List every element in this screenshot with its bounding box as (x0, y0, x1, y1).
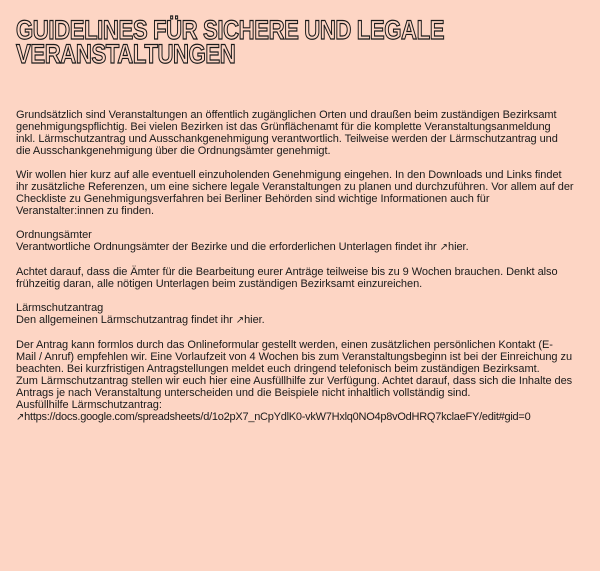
ordnungsaemter-heading: Ordnungsämter (16, 229, 92, 241)
antrag-line-2: Mail / Anruf) empfehlen wir. Eine Vorlau… (16, 351, 573, 363)
arrow-up-right-icon: ↗ (235, 315, 245, 326)
downloads-line-2: ihr zusätzliche Referenzen, um eine sich… (16, 181, 574, 193)
notice-line-1: Achtet darauf, dass die Ämter für die Be… (16, 266, 558, 278)
intro-line-2: genehmigungspflichtig. Bei vielen Bezirk… (16, 121, 551, 133)
ordnungsaemter-link[interactable]: ↗hier (440, 241, 466, 253)
downloads-line-4: Veranstalter:innen zu finden. (16, 205, 154, 217)
ausfuellhilfe-link[interactable]: ↗https://docs.google.com/spreadsheets/d/… (16, 411, 531, 423)
ausfuellhilfe-url: https://docs.google.com/spreadsheets/d/1… (24, 411, 531, 423)
notice-paragraph: Achtet darauf, dass die Ämter für die Be… (16, 266, 584, 290)
ordnungsaemter-end: . (465, 241, 469, 253)
antrag-paragraph: Der Antrag kann formlos durch das Online… (16, 339, 584, 424)
page-title: Guidelines für sichere und legale Verans… (16, 16, 600, 69)
content: Grundsätzlich sind Veranstaltungen an öf… (16, 109, 584, 424)
downloads-paragraph: Wir wollen hier kurz auf alle eventuell … (16, 169, 584, 217)
intro-line-1: Grundsätzlich sind Veranstaltungen an öf… (16, 109, 557, 121)
downloads-line-3: Checkliste zu Genehmigungsverfahren bei … (16, 193, 490, 205)
intro-paragraph: Grundsätzlich sind Veranstaltungen an öf… (16, 109, 584, 157)
antrag-line-3: beachten. Bei kurzfristigen Antragstellu… (16, 363, 540, 375)
intro-line-4: die Ausschankgenehmigung über die Ordnun… (16, 145, 331, 157)
arrow-up-right-icon: ↗ (16, 412, 25, 423)
arrow-up-right-icon: ↗ (439, 242, 449, 253)
laermschutz-heading: Lärmschutzantrag (16, 302, 104, 314)
page: Guidelines für sichere und legale Verans… (0, 0, 600, 571)
intro-line-3: inkl. Lärmschutzantrag und Ausschankgene… (16, 133, 558, 145)
laermschutz-end: . (261, 314, 265, 326)
ordnungsaemter-section: Ordnungsämter Verantwortliche Ordnungsäm… (16, 229, 584, 254)
ordnungsaemter-text: Verantwortliche Ordnungsämter der Bezirk… (16, 241, 440, 253)
antrag-line-1: Der Antrag kann formlos durch das Online… (16, 339, 553, 351)
antrag-line-6: Ausfüllhilfe Lärmschutzantrag: (16, 399, 162, 411)
page-title-line-2: Veranstaltungen (16, 39, 237, 69)
ordnungsaemter-link-label: hier (448, 241, 466, 253)
downloads-line-1: Wir wollen hier kurz auf alle eventuell … (16, 169, 562, 181)
laermschutz-link[interactable]: ↗hier (236, 314, 262, 326)
notice-line-2: frühzeitig daran, alle nötigen Unterlage… (16, 278, 423, 290)
laermschutz-section: Lärmschutzantrag Den allgemeinen Lärmsch… (16, 302, 584, 327)
laermschutz-text: Den allgemeinen Lärmschutzantrag findet … (16, 314, 236, 326)
laermschutz-link-label: hier (244, 314, 262, 326)
antrag-line-4: Zum Lärmschutzantrag stellen wir euch hi… (16, 375, 573, 387)
antrag-line-5: Antrags je nach Veranstaltung unterschei… (16, 387, 471, 399)
